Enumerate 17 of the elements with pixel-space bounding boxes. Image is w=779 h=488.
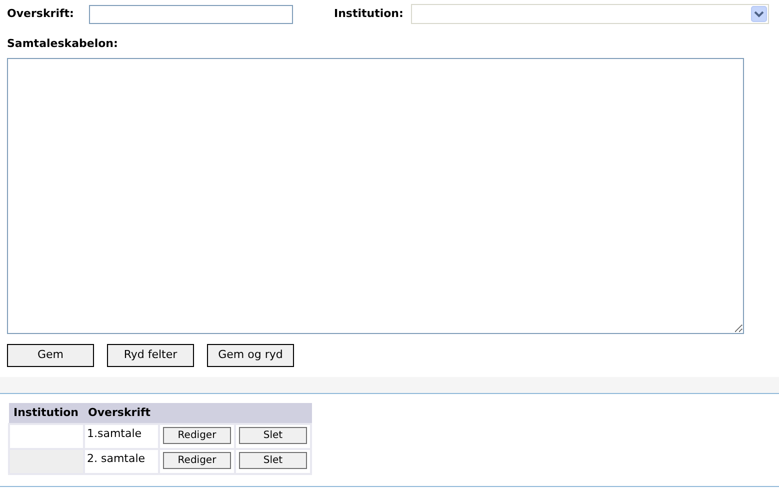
template-textarea[interactable] <box>7 58 744 334</box>
row-button[interactable]: Slet <box>239 452 307 469</box>
field-label: Overskrift: <box>7 6 75 22</box>
form-button[interactable]: Gem <box>7 344 94 367</box>
row-button[interactable]: Slet <box>239 427 307 444</box>
column-header: Institution <box>9 404 84 424</box>
institution-select[interactable] <box>411 4 769 24</box>
field-label: Samtaleskabelon: <box>7 37 118 50</box>
table-cell: 2. samtale <box>84 448 159 474</box>
field-label: Institution: <box>334 6 404 22</box>
form-button[interactable]: Gem og ryd <box>207 344 294 367</box>
title-input[interactable] <box>89 4 293 24</box>
table-cell: 1.samtale <box>84 424 159 448</box>
row-button[interactable]: Rediger <box>163 452 231 469</box>
column-header: Overskrift <box>84 404 159 424</box>
row-button[interactable]: Rediger <box>163 427 231 444</box>
form-button[interactable]: Ryd felter <box>107 344 194 367</box>
